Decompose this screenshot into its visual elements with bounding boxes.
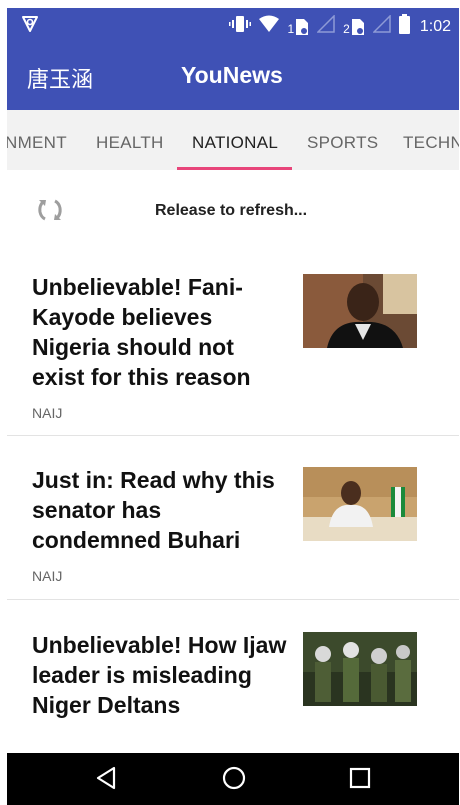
home-icon[interactable] — [221, 765, 247, 796]
system-nav-bar — [7, 753, 459, 805]
back-icon[interactable] — [94, 765, 118, 796]
wifi-icon — [259, 15, 280, 38]
tab-sports[interactable]: SPORTS — [307, 133, 378, 153]
refresh-icon — [35, 195, 65, 230]
article-thumbnail[interactable] — [303, 632, 417, 706]
article-title[interactable]: Unbelievable! How Ijaw leader is mislead… — [32, 630, 287, 720]
recents-icon[interactable] — [348, 765, 372, 796]
article-item[interactable]: Just in: Read why this senator has conde… — [7, 461, 459, 600]
tab-health[interactable]: HEALTH — [96, 133, 164, 153]
tab-entertainment[interactable]: NMENT — [7, 133, 67, 153]
article-item[interactable]: Unbelievable! How Ijaw leader is mislead… — [7, 626, 459, 753]
user-name[interactable]: 唐玉涵 — [27, 62, 93, 94]
shield-icon — [20, 14, 40, 39]
article-thumbnail[interactable] — [303, 467, 417, 541]
tab-national[interactable]: NATIONAL — [192, 133, 278, 153]
category-tabs: NMENT HEALTH NATIONAL SPORTS TECHN — [7, 110, 459, 170]
article-source: NAIJ — [32, 405, 63, 421]
app-title: YouNews — [181, 62, 283, 88]
status-bar: 1 2 1:02 — [7, 8, 459, 42]
tab-technology[interactable]: TECHN — [403, 133, 459, 153]
app-bar: 唐玉涵 YouNews — [7, 42, 459, 110]
article-item[interactable]: Unbelievable! Fani-Kayode believes Niger… — [7, 268, 459, 436]
article-source: NAIJ — [32, 568, 63, 584]
signal-1-icon — [316, 14, 335, 38]
refresh-text: Release to refresh... — [155, 202, 308, 219]
article-thumbnail[interactable] — [303, 274, 417, 348]
signal-2-icon — [372, 14, 391, 38]
status-time: 1:02 — [419, 17, 451, 35]
sim-1-icon: 1 — [287, 18, 309, 36]
sim-2-icon: 2 — [343, 18, 365, 36]
vibrate-icon — [229, 15, 252, 38]
sim-2-label: 2 — [343, 21, 350, 36]
battery-icon — [398, 14, 410, 39]
pull-to-refresh: Release to refresh... — [7, 170, 459, 250]
sim-1-label: 1 — [287, 21, 295, 36]
article-title[interactable]: Just in: Read why this senator has conde… — [32, 465, 287, 555]
article-title[interactable]: Unbelievable! Fani-Kayode believes Niger… — [32, 272, 287, 392]
